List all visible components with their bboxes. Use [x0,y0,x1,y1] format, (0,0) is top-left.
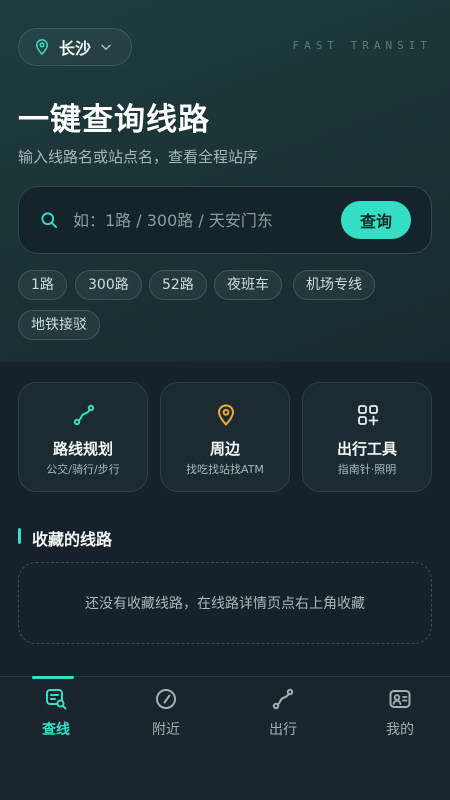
empty-state-text: 还没有收藏线路，在线路详情页点右上角收藏 [85,596,365,612]
search-list-icon [46,689,67,710]
tab-profile[interactable]: 我的 [344,677,450,747]
card-title: 周边 [209,440,240,458]
tab-label: 出行 [269,722,297,738]
tab-label: 查线 [42,722,70,738]
chip-airport-line[interactable]: 机场专线 [293,270,375,300]
tab-label: 我的 [386,722,414,738]
bottom-tab-bar: 查线 附近 出行 我的 [0,676,450,800]
search-bar: 查询 [18,186,432,254]
chevron-down-icon [101,44,111,50]
card-subtitle: 找吃找站找ATM [186,463,264,476]
favorites-title-text: 收藏的线路 [32,530,113,549]
grid-plus-icon [358,405,379,426]
city-name: 长沙 [59,39,92,58]
tab-lines[interactable]: 查线 [0,676,112,747]
search-icon [41,212,58,229]
card-subtitle: 公交/骑行/步行 [46,463,120,476]
top-bar: 长沙 FAST TRANSIT [18,28,432,66]
section-accent-bar [18,528,21,544]
location-pin-icon [35,39,49,56]
page-title: 一键查询线路 [18,102,210,138]
chip-night-bus[interactable]: 夜班车 [214,270,282,300]
chip-route-300[interactable]: 300路 [75,270,142,300]
search-button[interactable]: 查询 [341,201,411,239]
search-input[interactable] [73,210,341,230]
chip-route-1[interactable]: 1路 [18,270,67,300]
chip-metro-feeder[interactable]: 地铁接驳 [18,310,100,340]
favorites-empty-state: 还没有收藏线路，在线路详情页点右上角收藏 [18,562,432,644]
tab-nearby[interactable]: 附近 [110,677,222,747]
route-icon [272,688,294,710]
profile-card-icon [389,690,411,708]
card-subtitle: 指南针·照明 [337,463,397,476]
location-pin-icon [217,404,235,426]
brand-text: FAST TRANSIT [292,39,432,52]
city-selector[interactable]: 长沙 [18,28,132,66]
compass-icon [156,689,176,709]
tab-travel[interactable]: 出行 [227,677,339,747]
card-title: 路线规划 [52,440,113,458]
route-icon [73,404,95,426]
card-travel-tools[interactable]: 出行工具 指南针·照明 [302,382,432,492]
active-tab-indicator [32,676,74,679]
hero-section: 长沙 FAST TRANSIT 一键查询线路 输入线路名或站点名，查看全程站序 … [0,0,450,362]
card-route-planning[interactable]: 路线规划 公交/骑行/步行 [18,382,148,492]
chip-route-52[interactable]: 52路 [149,270,207,300]
feature-cards: 路线规划 公交/骑行/步行 周边 找吃找站找ATM 出行工具 指南针·照明 [18,382,432,492]
tab-label: 附近 [152,722,180,738]
card-title: 出行工具 [336,440,397,458]
card-nearby[interactable]: 周边 找吃找站找ATM [160,382,290,492]
page-subtitle: 输入线路名或站点名，查看全程站序 [18,148,259,166]
favorites-title: 收藏的线路 [18,526,113,549]
